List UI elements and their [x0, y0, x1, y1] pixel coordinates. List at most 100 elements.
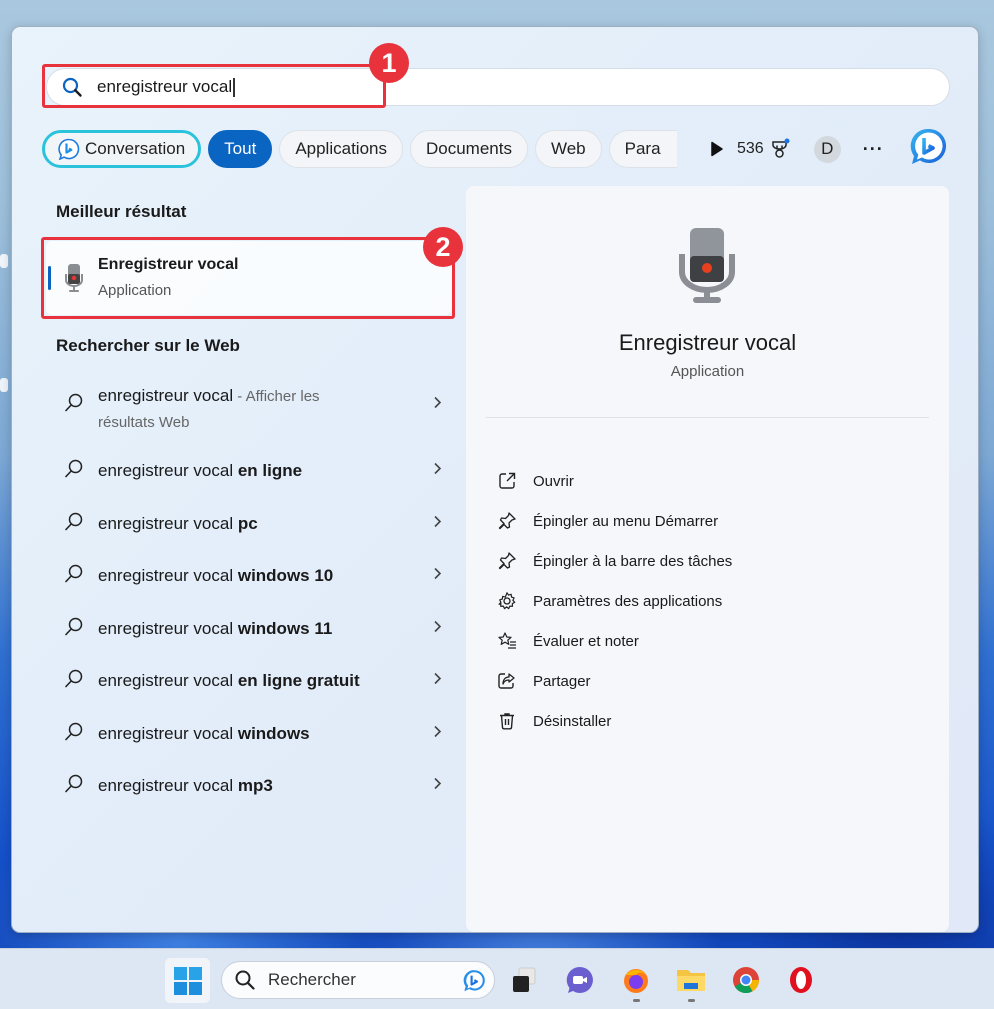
action-item[interactable]: Épingler au menu Démarrer [496, 506, 718, 536]
taskbar-chrome[interactable] [728, 962, 764, 998]
chevron-right-icon [432, 724, 442, 743]
filter-web[interactable]: Web [534, 130, 602, 168]
windows-logo-icon [173, 966, 202, 995]
opera-icon [790, 967, 812, 993]
firefox-icon [624, 969, 648, 993]
web-result-item[interactable]: enregistreur vocal mp3 [46, 762, 452, 810]
search-input[interactable]: enregistreur vocal [46, 68, 950, 106]
filter-conversation[interactable]: Conversation [42, 130, 202, 168]
taskbar: Rechercher [0, 948, 994, 1009]
taskbar-file-explorer[interactable] [673, 962, 709, 998]
action-label: Évaluer et noter [533, 632, 639, 650]
action-item[interactable]: Épingler à la barre des tâches [496, 546, 732, 576]
search-icon [61, 76, 83, 98]
chevron-right-icon [432, 672, 442, 691]
voice-recorder-icon [64, 262, 84, 299]
pin-icon [496, 510, 518, 532]
filter-label: Conversation [85, 139, 186, 158]
taskbar-task-view[interactable] [506, 962, 542, 998]
web-result-text: enregistreur vocal windows [98, 723, 310, 743]
web-search-heading: Rechercher sur le Web [56, 336, 240, 355]
action-label: Ouvrir [533, 472, 574, 490]
web-result-item[interactable]: enregistreur vocal pc [46, 500, 452, 548]
search-toolbar: 536 D ··· [737, 127, 948, 172]
detail-pane: Enregistreur vocal Application Ouvrir Épi… [466, 186, 949, 932]
web-result-item[interactable]: enregistreur vocal windows 11 [46, 605, 452, 653]
web-result-text: enregistreur vocal en ligne gratuit [98, 671, 360, 690]
best-match-item[interactable]: Enregistreur vocal Application [46, 241, 452, 315]
bing-chat-button[interactable] [908, 127, 948, 172]
chevron-right-icon [432, 567, 442, 586]
running-indicator [688, 999, 695, 1002]
action-item[interactable]: Évaluer et noter [496, 626, 639, 656]
action-item[interactable]: Désinstaller [496, 706, 611, 736]
filter-label: Para [624, 139, 661, 158]
desktop-icon-fragment [0, 378, 8, 392]
rewards-button[interactable]: 536 [737, 138, 791, 160]
web-result-item[interactable]: enregistreur vocal windows [46, 710, 452, 758]
copilot-icon [58, 138, 80, 160]
web-result-item[interactable]: enregistreur vocal en ligne gratuit [46, 657, 452, 705]
search-query: enregistreur vocal [97, 77, 235, 97]
web-result-item[interactable]: enregistreur vocal - Afficher les résult… [46, 373, 452, 437]
web-result-text: enregistreur vocal windows 11 [98, 618, 333, 638]
best-match-subtitle: Application [98, 282, 172, 299]
detail-app-name: Enregistreur vocal [618, 330, 797, 355]
desktop-icon-fragment [0, 254, 8, 268]
filter-label: Documents [425, 139, 512, 158]
voice-recorder-icon [677, 224, 737, 313]
filter-parametres[interactable]: Para [608, 130, 677, 168]
search-icon [64, 459, 84, 484]
running-indicator [633, 999, 640, 1002]
chevron-right-icon [432, 777, 442, 796]
web-result-item[interactable]: enregistreur vocal windows 10 [46, 552, 452, 600]
chevron-right-icon [432, 462, 442, 481]
search-icon [64, 774, 84, 799]
action-label: Partager [533, 672, 591, 690]
web-result-text: enregistreur vocal windows 10 [98, 566, 334, 585]
search-icon [64, 511, 84, 536]
account-avatar[interactable]: D [813, 135, 841, 163]
annotation-badge-2: 2 [423, 227, 463, 267]
filter-label: Tout [224, 139, 257, 158]
action-label: Paramètres des applications [533, 592, 723, 610]
action-label: Épingler au menu Démarrer [533, 512, 719, 530]
web-result-item[interactable]: enregistreur vocal en ligne [46, 447, 452, 495]
chrome-icon [733, 967, 760, 994]
bing-icon [910, 128, 946, 164]
annotation-badge-1: 1 [369, 43, 409, 83]
open-external-icon [496, 470, 518, 492]
teams-icon [566, 966, 593, 993]
taskbar-teams[interactable] [562, 962, 598, 998]
taskbar-search-label: Rechercher [268, 970, 356, 989]
divider [486, 417, 929, 418]
action-item[interactable]: Partager [496, 666, 591, 696]
chevron-right-icon [432, 619, 442, 638]
rewards-points: 536 [737, 140, 764, 157]
action-item[interactable]: Paramètres des applications [496, 586, 722, 616]
taskbar-opera[interactable] [783, 962, 819, 998]
bing-icon [462, 968, 486, 999]
trophy-icon [769, 138, 791, 160]
action-item[interactable]: Ouvrir [496, 466, 574, 496]
web-result-text: enregistreur vocal mp3 [98, 776, 273, 795]
search-icon [64, 564, 84, 589]
selection-indicator [48, 266, 51, 290]
play-arrow-icon [710, 141, 723, 157]
taskbar-firefox[interactable] [618, 962, 654, 998]
taskbar-search-box[interactable]: Rechercher [221, 961, 495, 999]
filter-documents[interactable]: Documents [409, 130, 528, 168]
start-button[interactable] [165, 958, 210, 1003]
filter-tout[interactable]: Tout [208, 130, 273, 168]
more-filters-button[interactable] [702, 134, 732, 164]
start-search-panel: enregistreur vocal 1 Conversation Tout A… [11, 26, 979, 933]
search-icon [64, 669, 84, 694]
chevron-right-icon [432, 396, 442, 415]
best-match-heading: Meilleur résultat [56, 202, 187, 221]
star-list-icon [496, 630, 518, 652]
search-icon [64, 393, 84, 418]
more-options-button[interactable]: ··· [863, 139, 884, 160]
filter-applications[interactable]: Applications [279, 130, 403, 168]
chevron-right-icon [432, 514, 442, 533]
search-icon [234, 969, 256, 991]
